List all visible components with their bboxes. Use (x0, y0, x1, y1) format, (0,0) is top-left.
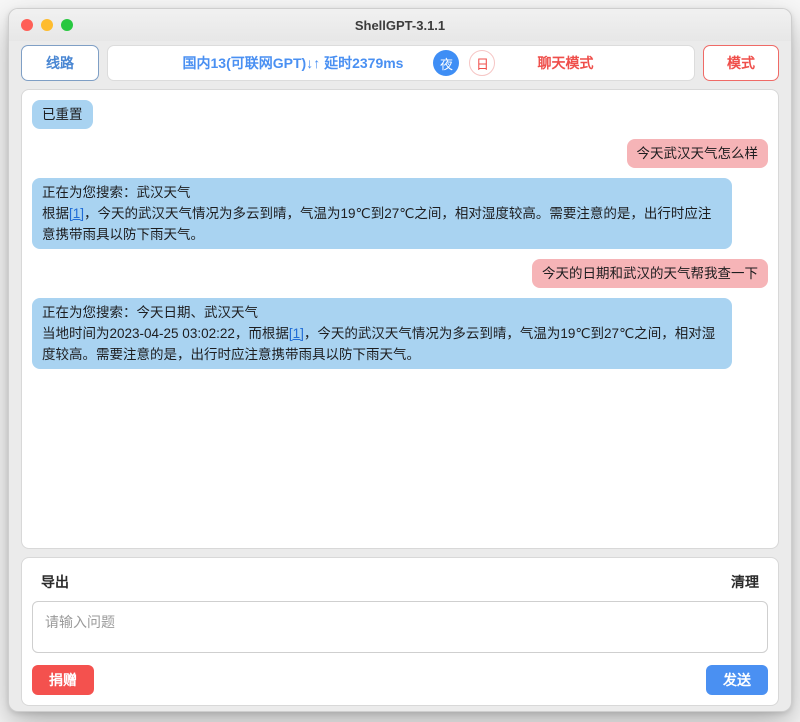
donate-button[interactable]: 捐赠 (32, 665, 94, 695)
send-button[interactable]: 发送 (706, 665, 768, 695)
connection-status-bar[interactable]: 国内13(可联网GPT)↓↑ 延时2379ms 夜 日 聊天模式 (107, 45, 695, 81)
citation-link[interactable]: [1] (69, 206, 84, 221)
user-message: 今天的日期和武汉的天气帮我查一下 (532, 259, 768, 288)
clear-button[interactable]: 清理 (731, 572, 759, 592)
export-button[interactable]: 导出 (41, 572, 69, 592)
window-content: 线路 国内13(可联网GPT)↓↑ 延时2379ms 夜 日 聊天模式 模式 已… (9, 41, 791, 711)
user-message: 今天武汉天气怎么样 (626, 139, 768, 168)
day-mode-toggle[interactable]: 日 (469, 50, 496, 76)
bot-message-text: 当地时间为2023-04-25 03:02:22，而根据 (42, 326, 289, 341)
app-window: ShellGPT-3.1.1 线路 国内13(可联网GPT)↓↑ 延时2379m… (8, 8, 792, 712)
composer-panel: 导出 清理 捐赠 发送 (21, 557, 779, 706)
bot-message-text: ，今天的武汉天气情况为多云到晴，气温为19℃到27℃之间，相对湿度较高。需要注意… (42, 206, 712, 242)
title-bar: ShellGPT-3.1.1 (9, 9, 791, 41)
night-mode-toggle[interactable]: 夜 (433, 50, 460, 76)
chat-mode-label[interactable]: 聊天模式 (537, 53, 593, 73)
line-button[interactable]: 线路 (21, 45, 99, 81)
bot-message-text: 根据 (42, 206, 69, 221)
bot-message: 正在为您搜索：武汉天气 根据[1]，今天的武汉天气情况为多云到晴，气温为19℃到… (32, 178, 732, 249)
system-message-reset: 已重置 (32, 100, 93, 129)
citation-link[interactable]: [1] (289, 326, 304, 341)
bot-message: 正在为您搜索：今天日期、武汉天气 当地时间为2023-04-25 03:02:2… (32, 298, 732, 369)
composer-actions-row: 导出 清理 (32, 570, 768, 592)
composer-buttons-row: 捐赠 发送 (32, 665, 768, 695)
toolbar: 线路 国内13(可联网GPT)↓↑ 延时2379ms 夜 日 聊天模式 模式 (21, 45, 779, 81)
chat-history-panel[interactable]: 已重置 今天武汉天气怎么样 正在为您搜索：武汉天气 根据[1]，今天的武汉天气情… (21, 89, 779, 549)
window-title: ShellGPT-3.1.1 (354, 17, 446, 33)
question-input[interactable] (32, 601, 768, 653)
bot-message-search-line: 正在为您搜索：武汉天气 (42, 185, 191, 200)
connection-status-text: 国内13(可联网GPT)↓↑ 延时2379ms (182, 55, 404, 71)
mode-button[interactable]: 模式 (703, 45, 779, 81)
bot-message-search-line: 正在为您搜索：今天日期、武汉天气 (42, 305, 258, 320)
